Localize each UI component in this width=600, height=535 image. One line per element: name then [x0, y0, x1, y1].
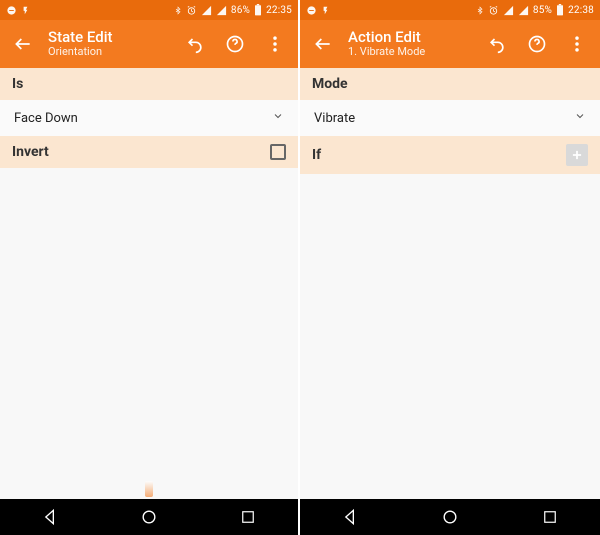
flash-icon	[21, 5, 30, 16]
alarm-icon	[488, 5, 499, 16]
nav-back-button[interactable]	[30, 503, 70, 531]
nav-recent-button[interactable]	[530, 503, 570, 531]
dropdown-is[interactable]: Face Down	[0, 100, 298, 136]
section-header-invert: Invert	[0, 136, 298, 168]
dropdown-mode[interactable]: Vibrate	[300, 100, 600, 136]
back-button[interactable]	[308, 29, 338, 59]
section-header-is: Is	[0, 68, 298, 100]
nav-bar	[0, 499, 298, 535]
home-indicator	[145, 481, 153, 497]
undo-button[interactable]	[482, 29, 512, 59]
dual-phone-container: 86% 22:35 State Edit Orientation	[0, 0, 600, 535]
back-button[interactable]	[8, 29, 38, 59]
dnd-icon	[306, 5, 317, 16]
section-header-mode: Mode	[300, 68, 600, 100]
help-button[interactable]	[220, 29, 250, 59]
nav-back-button[interactable]	[330, 503, 370, 531]
battery-icon	[556, 4, 564, 16]
bluetooth-icon	[174, 5, 182, 16]
dnd-icon	[6, 5, 17, 16]
action-bar: State Edit Orientation	[0, 20, 298, 68]
action-bar-titles: Action Edit 1. Vibrate Mode	[348, 29, 425, 59]
page-title: State Edit	[48, 29, 113, 46]
bluetooth-icon	[476, 5, 484, 16]
clock-text: 22:38	[568, 5, 594, 16]
signal2-icon	[518, 5, 529, 16]
signal-icon	[503, 5, 514, 16]
status-bar: 85% 22:38	[300, 0, 600, 20]
action-bar-titles: State Edit Orientation	[48, 29, 113, 59]
dropdown-value: Face Down	[14, 111, 78, 126]
flash-icon	[321, 5, 330, 16]
phone-left: 86% 22:35 State Edit Orientation	[0, 0, 300, 535]
action-bar: Action Edit 1. Vibrate Mode	[300, 20, 600, 68]
status-bar: 86% 22:35	[0, 0, 298, 20]
nav-home-button[interactable]	[129, 503, 169, 531]
chevron-down-icon	[574, 110, 586, 126]
overflow-button[interactable]	[562, 29, 592, 59]
page-title: Action Edit	[348, 29, 425, 46]
section-label: Invert	[12, 144, 49, 160]
page-subtitle: 1. Vibrate Mode	[348, 46, 425, 59]
phone-right: 85% 22:38 Action Edit 1. Vibrate Mode	[300, 0, 600, 535]
clock-text: 22:35	[266, 5, 292, 16]
section-header-if: If	[300, 136, 600, 174]
signal2-icon	[216, 5, 227, 16]
content-area: Is Face Down Invert	[0, 68, 298, 499]
page-subtitle: Orientation	[48, 46, 113, 59]
battery-percent: 85%	[533, 5, 552, 16]
overflow-button[interactable]	[260, 29, 290, 59]
nav-recent-button[interactable]	[228, 503, 268, 531]
add-condition-button[interactable]	[566, 144, 588, 166]
signal-icon	[201, 5, 212, 16]
battery-icon	[254, 4, 262, 16]
help-button[interactable]	[522, 29, 552, 59]
content-area: Mode Vibrate If	[300, 68, 600, 499]
nav-home-button[interactable]	[430, 503, 470, 531]
invert-checkbox[interactable]	[270, 144, 286, 160]
dropdown-value: Vibrate	[314, 111, 355, 126]
section-label: If	[312, 147, 321, 163]
nav-bar	[300, 499, 600, 535]
battery-percent: 86%	[231, 5, 250, 16]
alarm-icon	[186, 5, 197, 16]
undo-button[interactable]	[180, 29, 210, 59]
chevron-down-icon	[272, 110, 284, 126]
